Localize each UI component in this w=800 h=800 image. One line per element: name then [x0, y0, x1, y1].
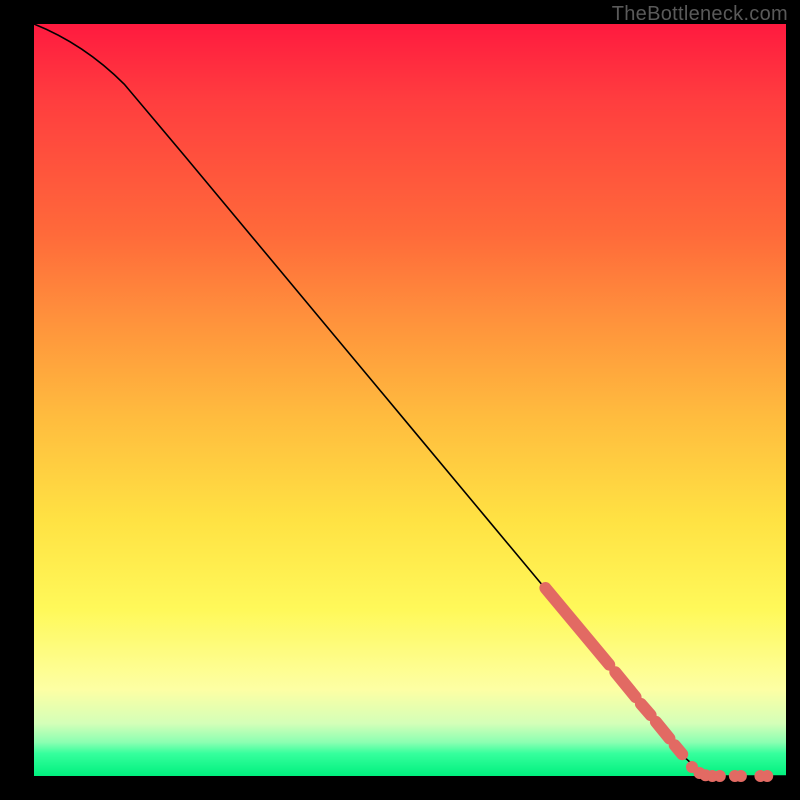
marker-segments — [545, 588, 682, 754]
marker-point — [714, 770, 726, 782]
chart-svg — [34, 24, 786, 776]
marker-segment — [545, 588, 609, 665]
marker-segment — [641, 704, 651, 715]
chart-frame: TheBottleneck.com — [0, 0, 800, 800]
marker-points — [686, 761, 773, 782]
primary-curve — [34, 24, 786, 776]
marker-point — [735, 770, 747, 782]
marker-segment — [615, 672, 635, 697]
watermark-text: TheBottleneck.com — [612, 3, 788, 26]
marker-segment — [675, 745, 683, 754]
plot-area — [34, 24, 786, 776]
marker-point — [761, 770, 773, 782]
marker-segment — [656, 722, 670, 739]
